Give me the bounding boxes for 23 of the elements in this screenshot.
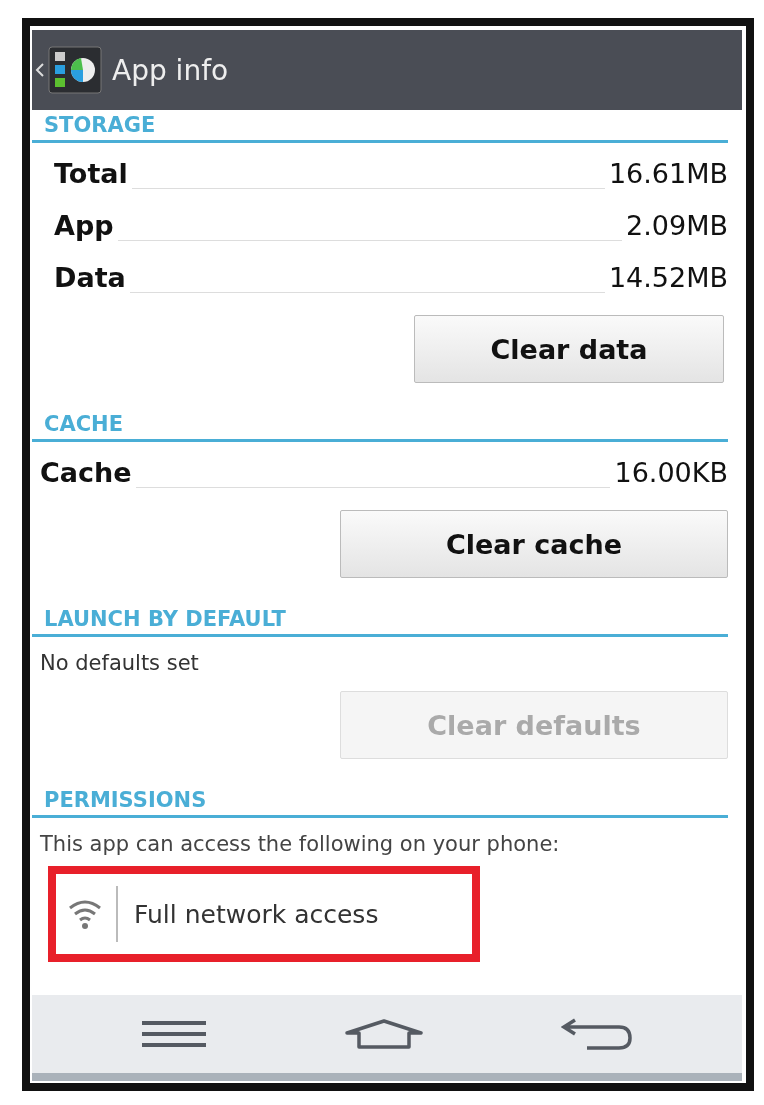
storage-value: 14.52MB	[608, 262, 728, 295]
storage-label: Total	[54, 158, 128, 191]
section-heading: PERMISSIONS	[44, 790, 207, 814]
storage-label: Cache	[40, 457, 132, 490]
storage-label: App	[54, 210, 114, 243]
storage-value: 16.00KB	[614, 457, 728, 490]
wifi-icon	[68, 898, 102, 930]
section-heading: LAUNCH BY DEFAULT	[44, 609, 286, 633]
home-icon[interactable]	[345, 1019, 423, 1049]
storage-value: 16.61MB	[608, 158, 728, 191]
back-icon[interactable]	[561, 1018, 633, 1050]
permission-item[interactable]: Full network access	[48, 866, 480, 962]
storage-label: Data	[54, 262, 126, 295]
section-heading: CACHE	[44, 414, 123, 438]
app-icon	[48, 46, 102, 94]
section-text: No defaults set	[39, 650, 200, 675]
storage-value: 2.09MB	[626, 210, 728, 243]
action-button[interactable]: Clear cache	[340, 510, 728, 578]
section-heading: STORAGE	[44, 115, 156, 139]
screen-title: App info	[112, 53, 229, 87]
section-text: This app can access the following on your phone:	[39, 831, 561, 856]
menu-icon[interactable]	[141, 1020, 207, 1048]
action-button[interactable]: Clear data	[414, 315, 724, 383]
